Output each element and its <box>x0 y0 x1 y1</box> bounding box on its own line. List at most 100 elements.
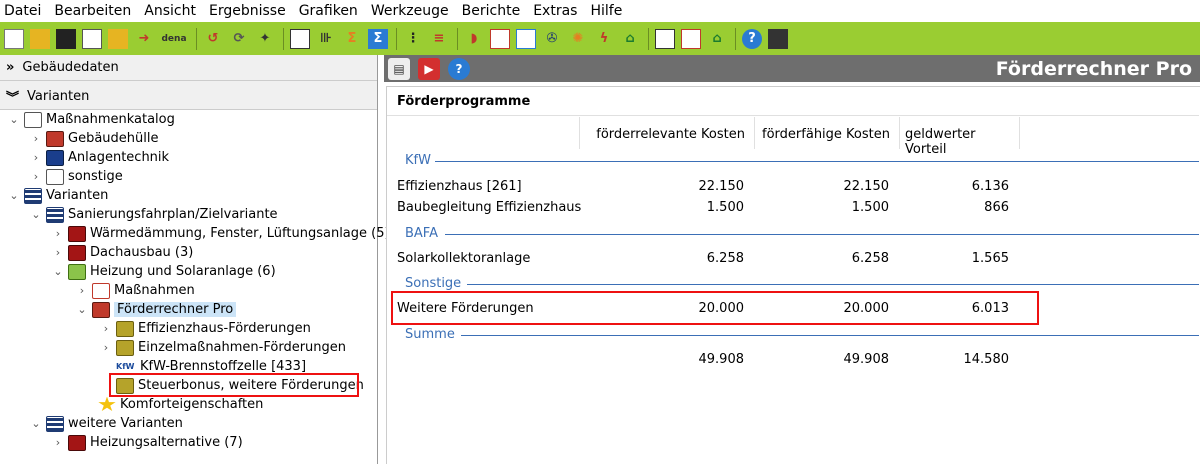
cell-value: 22.150 <box>698 179 745 194</box>
lightning-icon[interactable]: ϟ <box>594 29 614 49</box>
sum-icon[interactable]: Σ <box>342 29 362 49</box>
chevron-down-icon[interactable]: ⌄ <box>6 189 22 202</box>
import-icon[interactable] <box>108 28 128 49</box>
export-icon[interactable]: ➜ <box>134 29 154 49</box>
tree-item-foerderrechner[interactable]: ⌄ Förderrechner Pro <box>74 300 237 319</box>
tree-item-massnahmenkatalog[interactable]: ⌄ Maßnahmenkatalog <box>6 110 175 129</box>
tree-item-label: Effizienzhaus-Förderungen <box>138 321 311 336</box>
tree-item-varianten[interactable]: ⌄ Varianten <box>6 186 108 205</box>
report-icon[interactable] <box>655 28 675 49</box>
cell-value: 6.136 <box>971 179 1009 194</box>
grid-icon <box>46 206 64 223</box>
help-icon[interactable]: ? <box>448 57 470 80</box>
menu-hilfe[interactable]: Hilfe <box>590 3 622 19</box>
document-icon[interactable]: ▤ <box>388 57 410 80</box>
chevron-right-icon[interactable]: › <box>50 246 66 259</box>
tree-item-einzelmassnahmen-foerderungen[interactable]: › Einzelmaßnahmen-Förderungen <box>98 338 346 357</box>
tree-item-sanierungsfahrplan[interactable]: ⌄ Sanierungsfahrplan/Zielvariante <box>28 205 278 224</box>
tree-item-massnahmen[interactable]: › Maßnahmen <box>74 281 195 300</box>
menu-ansicht[interactable]: Ansicht <box>144 3 196 19</box>
chevron-down-icon[interactable]: ⌄ <box>6 113 22 126</box>
list-icon[interactable] <box>290 28 310 49</box>
heating-icon[interactable]: ◗ <box>464 29 484 49</box>
toolbar-separator <box>457 27 458 50</box>
tree-item-label: Heizung und Solaranlage (6) <box>90 264 276 279</box>
toolbar-separator <box>396 27 397 50</box>
tree-item-dachausbau[interactable]: › Dachausbau (3) <box>50 243 193 262</box>
menu-bearbeiten[interactable]: Bearbeiten <box>54 3 131 19</box>
chart-icon[interactable] <box>681 28 701 49</box>
tree-item-weitere-varianten[interactable]: ⌄ weitere Varianten <box>28 414 183 433</box>
foerderrechner-header: ▤ ▶ ? Förderrechner Pro <box>384 55 1200 82</box>
help-icon[interactable]: ? <box>742 28 762 49</box>
undo-icon[interactable]: ↺ <box>203 29 223 49</box>
chevron-right-icon[interactable]: › <box>28 170 44 183</box>
group-label: Summe <box>405 327 455 342</box>
row-label: Baubegleitung Effizienzhaus <box>397 200 582 215</box>
varianten-header[interactable]: ︾ Varianten <box>0 84 377 110</box>
sun-icon[interactable]: ✺ <box>568 29 588 49</box>
tree-icon[interactable]: ⋮ <box>403 29 423 49</box>
chevron-down-icon[interactable]: ⌄ <box>50 265 66 278</box>
menu-werkzeuge[interactable]: Werkzeuge <box>371 3 449 19</box>
chevron-down-icon[interactable]: ⌄ <box>28 208 44 221</box>
column-header[interactable]: förderfähige Kosten <box>762 127 890 142</box>
dena-label[interactable]: dena <box>160 29 188 49</box>
house-icon[interactable]: ⌂ <box>620 29 640 49</box>
chevron-down-icon[interactable]: ⌄ <box>74 303 90 316</box>
chevron-right-icon[interactable]: › <box>74 284 90 297</box>
refresh-icon[interactable]: ⟳ <box>229 29 249 49</box>
tree-item-anlagentechnik[interactable]: › Anlagentechnik <box>28 148 169 167</box>
column-divider <box>899 117 900 149</box>
package-icon <box>68 263 86 280</box>
tree-item-label: Sanierungsfahrplan/Zielvariante <box>68 207 278 222</box>
fan-icon[interactable]: ✇ <box>542 29 562 49</box>
tree-item-effizienzhaus-foerderungen[interactable]: › Effizienzhaus-Förderungen <box>98 319 311 338</box>
tree-item-gebaeudehuelle[interactable]: › Gebäudehülle <box>28 129 158 148</box>
chevron-right-icon[interactable]: › <box>98 322 114 335</box>
gebaeudedaten-header[interactable]: » Gebäudedaten <box>0 55 377 81</box>
calculator-icon <box>92 301 110 318</box>
column-header[interactable]: geldwerter Vorteil <box>905 127 1013 157</box>
new-file-icon[interactable] <box>4 28 24 49</box>
chevron-down-icon[interactable]: ⌄ <box>28 417 44 430</box>
tree-item-label: Heizungsalternative (7) <box>90 435 243 450</box>
calculator-icon[interactable] <box>768 28 788 49</box>
menu-ergebnisse[interactable]: Ergebnisse <box>209 3 286 19</box>
columns-icon[interactable]: ≡ <box>429 29 449 49</box>
copy-icon[interactable] <box>82 28 102 49</box>
menu-grafiken[interactable]: Grafiken <box>299 3 358 19</box>
right-panel: ▤ ▶ ? Förderrechner Pro Förderprogramme … <box>384 55 1200 464</box>
chevron-right-icon[interactable]: › <box>28 151 44 164</box>
sum-blue-icon[interactable]: Σ <box>368 28 388 49</box>
wizard-icon[interactable]: ✦ <box>255 29 275 49</box>
split-icon[interactable]: ⊪ <box>316 29 336 49</box>
chevron-right-icon[interactable]: › <box>50 227 66 240</box>
row-label: Solarkollektoranlage <box>397 251 531 266</box>
menu-bar: Datei Bearbeiten Ansicht Ergebnisse Graf… <box>0 0 1200 22</box>
open-folder-icon[interactable] <box>30 28 50 49</box>
window-icon[interactable] <box>490 28 510 49</box>
package-icon <box>68 434 86 451</box>
chevron-right-icon[interactable]: › <box>50 436 66 449</box>
tree-item-heizungsalternative[interactable]: › Heizungsalternative (7) <box>50 433 243 452</box>
tree-item-label: sonstige <box>68 169 123 184</box>
save-icon[interactable] <box>56 28 76 49</box>
kfw-logo-icon: KfW <box>116 362 135 371</box>
book-icon <box>46 168 64 185</box>
youtube-icon[interactable]: ▶ <box>418 57 440 80</box>
column-header[interactable]: förderrelevante Kosten <box>587 127 745 142</box>
menu-datei[interactable]: Datei <box>4 3 41 19</box>
menu-extras[interactable]: Extras <box>533 3 577 19</box>
tree-item-heizung-solaranlage[interactable]: ⌄ Heizung und Solaranlage (6) <box>50 262 276 281</box>
chevron-right-icon[interactable]: › <box>28 132 44 145</box>
tree-item-sonstige[interactable]: › sonstige <box>28 167 123 186</box>
tree-item-komforteigenschaften[interactable]: Komforteigenschaften <box>98 395 263 414</box>
door-icon[interactable] <box>516 28 536 49</box>
roof-icon[interactable]: ⌂ <box>707 29 727 49</box>
toolbar-separator <box>735 27 736 50</box>
section-title: Förderprogramme <box>397 94 531 109</box>
chevron-right-icon[interactable]: › <box>98 341 114 354</box>
tree-item-waermedaemmung[interactable]: › Wärmedämmung, Fenster, Lüftungsanlage … <box>50 224 390 243</box>
menu-berichte[interactable]: Berichte <box>462 3 521 19</box>
